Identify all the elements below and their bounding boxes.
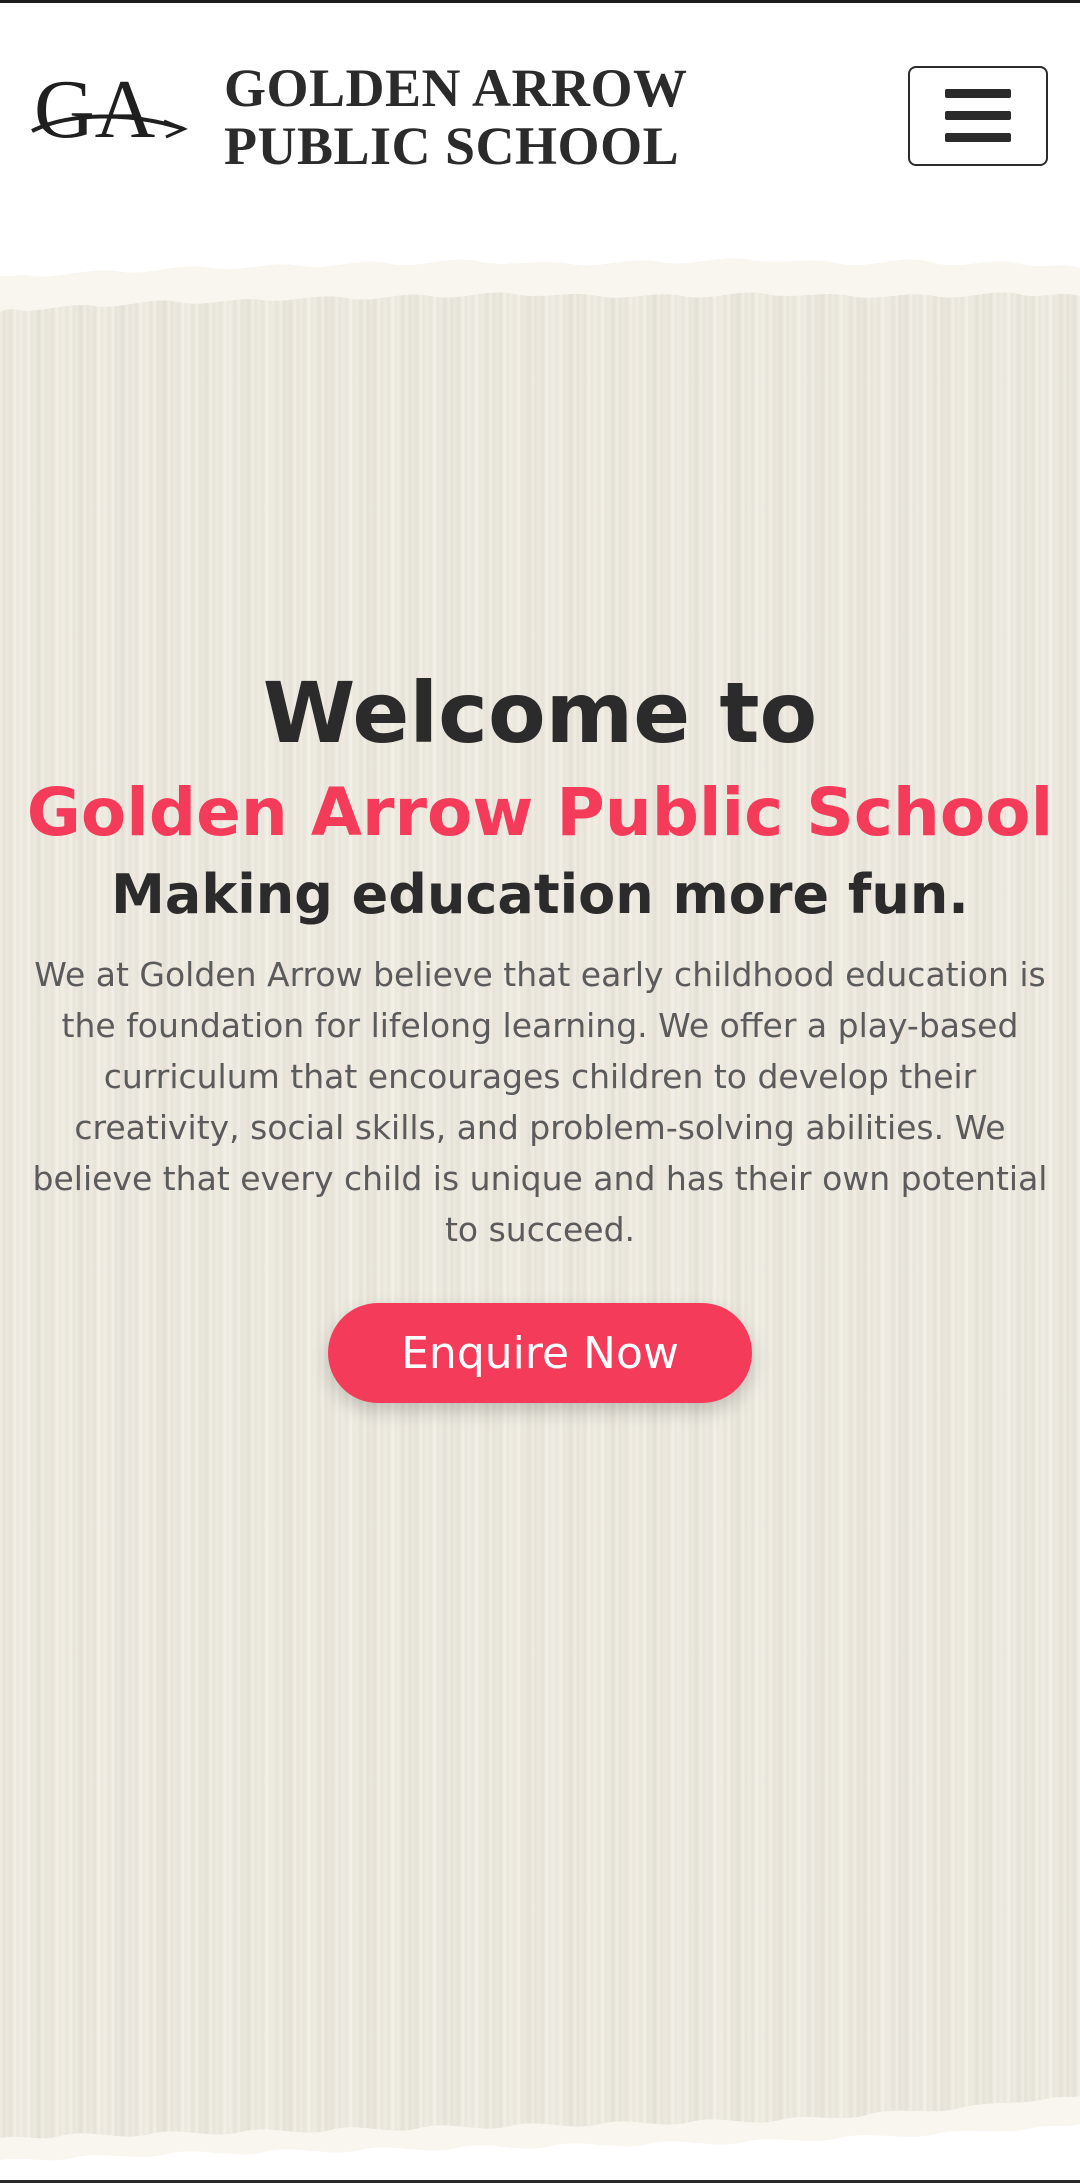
hero-section: Welcome to Golden Arrow Public School Ma… <box>0 228 1080 2180</box>
hero-content: Welcome to Golden Arrow Public School Ma… <box>0 663 1080 1403</box>
welcome-heading: Welcome to <box>262 664 818 762</box>
brand-line-2: PUBLIC SCHOOL <box>224 116 680 176</box>
torn-paper-edge-bottom <box>0 2096 1080 2180</box>
hero-description: We at Golden Arrow believe that early ch… <box>32 955 1048 1249</box>
school-logo[interactable]: GA <box>28 59 188 159</box>
logo-icon: GA <box>31 63 188 156</box>
menu-toggle-button[interactable] <box>908 66 1048 166</box>
school-name-heading: Golden Arrow Public School <box>26 774 1054 851</box>
brand-name[interactable]: GOLDEN ARROW PUBLIC SCHOOL <box>224 59 688 175</box>
enquire-now-button[interactable]: Enquire Now <box>328 1303 752 1403</box>
svg-text:GA: GA <box>34 63 156 156</box>
brand-line-1: GOLDEN ARROW <box>224 58 688 118</box>
hamburger-menu-icon <box>945 89 1011 142</box>
tagline: Making education more fun. <box>111 863 969 926</box>
torn-paper-edge-top <box>0 228 1080 312</box>
site-header: GA GOLDEN ARROW PUBLIC SCHOOL <box>0 3 1080 228</box>
